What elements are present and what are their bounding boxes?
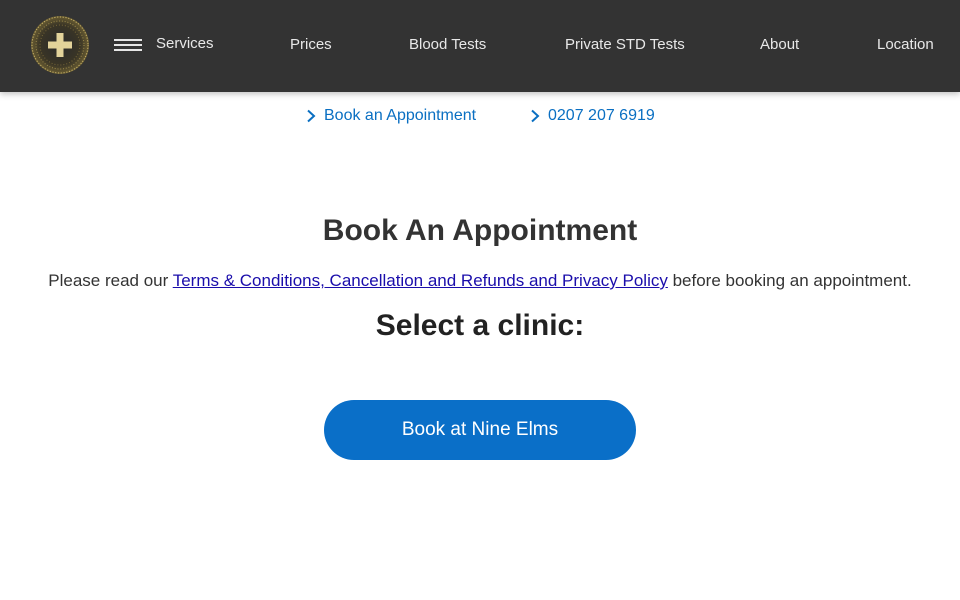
nav-about[interactable]: About — [760, 36, 799, 54]
book-appointment-link[interactable]: Book an Appointment — [305, 106, 476, 126]
terms-notice: Please read our Terms & Conditions, Canc… — [0, 270, 960, 292]
book-nine-elms-button[interactable]: Book at Nine Elms — [324, 400, 636, 460]
chevron-right-icon — [307, 109, 316, 123]
hamburger-menu-icon[interactable] — [114, 39, 142, 51]
phone-number: 0207 207 6919 — [548, 107, 655, 124]
page-title: Book An Appointment — [322, 214, 638, 247]
quick-links-bar: Book an Appointment 0207 207 6919 — [0, 106, 960, 128]
nav-blood-tests[interactable]: Blood Tests — [409, 36, 486, 54]
book-appointment-label: Book an Appointment — [324, 107, 477, 124]
top-navbar: Services Prices Blood Tests Private STD … — [0, 0, 960, 92]
phone-link[interactable]: 0207 207 6919 — [529, 106, 655, 126]
terms-suffix: before booking an appointment. — [667, 271, 912, 290]
terms-policy-link[interactable]: Terms & Conditions, Cancellation and Ref… — [173, 271, 668, 290]
nav-private-std-tests[interactable]: Private STD Tests — [565, 36, 685, 54]
chevron-right-icon — [531, 109, 540, 123]
nav-location[interactable]: Location — [877, 36, 934, 54]
nav-services[interactable]: Services — [156, 35, 214, 53]
terms-prefix: Please read our — [48, 271, 173, 290]
nav-prices[interactable]: Prices — [290, 36, 332, 54]
clinic-cross-logo-icon — [31, 16, 89, 74]
select-clinic-heading: Select a clinic: — [375, 309, 585, 342]
clinic-logo[interactable] — [30, 15, 90, 75]
